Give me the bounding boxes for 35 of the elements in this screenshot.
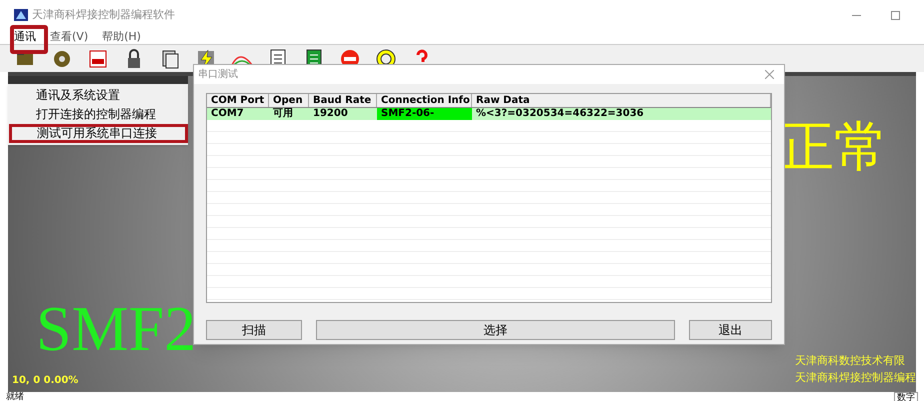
documents-icon[interactable]: [162, 50, 178, 68]
dropdown-item[interactable]: 打开连接的控制器编程: [8, 105, 188, 124]
curve-icon[interactable]: [231, 56, 253, 67]
lock-icon[interactable]: [128, 48, 140, 68]
dialog-button[interactable]: 扫描: [206, 320, 302, 340]
column-header[interactable]: Baud Rate: [309, 94, 377, 107]
dialog-button[interactable]: 退出: [689, 320, 772, 340]
table-cell-text: COM7: [210, 108, 245, 120]
column-header[interactable]: Raw Data: [472, 94, 771, 107]
company-text: 天津商科数控技术有限: [795, 353, 905, 369]
column-header[interactable]: Connection Info: [377, 94, 472, 107]
close-button[interactable]: [765, 70, 774, 79]
window-title: 天津商科焊接控制器编程软件: [32, 6, 175, 23]
dropdown-item[interactable]: 通讯及系统设置: [8, 86, 188, 105]
menu-item[interactable]: 查看(V): [50, 28, 88, 46]
column-header[interactable]: Open: [269, 94, 309, 107]
column-header[interactable]: COM Port: [207, 94, 269, 107]
table-cell-text: 19200: [312, 108, 349, 120]
dialog-button[interactable]: 选择: [316, 320, 675, 340]
menu-item[interactable]: 帮助(H): [102, 28, 141, 46]
highlight-box: [10, 25, 48, 54]
model-text: SMF2: [36, 292, 196, 366]
status-display: 正常: [780, 116, 888, 179]
dropdown-item[interactable]: 测试可用系统串口连接: [9, 124, 188, 143]
reading-text: 10, 0 0.00%: [12, 374, 80, 388]
menu-item[interactable]: 通讯: [14, 28, 36, 46]
table-cell-text: 可用: [272, 108, 294, 120]
dialog-title: 串口测试: [198, 68, 238, 82]
company-text: 天津商科焊接控制器编程: [795, 370, 916, 386]
table-cell-text: %<3?=0320534=46322=3036: [475, 108, 645, 120]
table-row[interactable]: COM7 可用 19200 SMF2-06- %<3?=0320534=46322=3036: [207, 108, 771, 120]
status-indicator: 数字: [894, 392, 918, 401]
gear-icon[interactable]: [54, 50, 70, 66]
app-icon: [14, 9, 28, 21]
table-cell: SMF2-06-: [377, 108, 472, 120]
